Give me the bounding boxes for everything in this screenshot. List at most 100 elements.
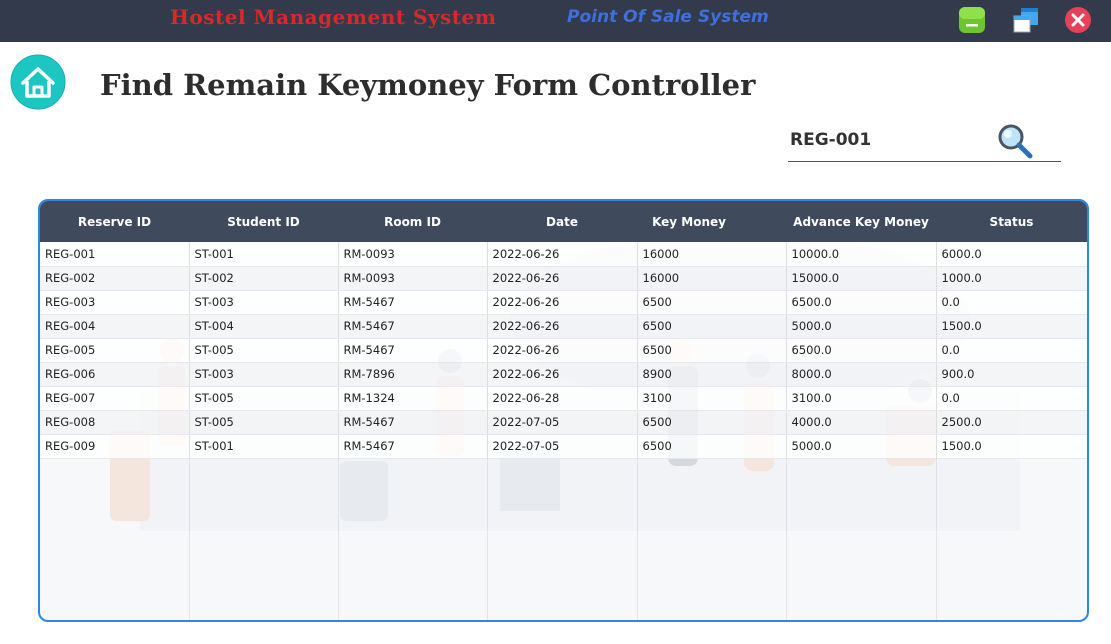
cell-reserve-id[interactable]: REG-006 <box>40 362 190 387</box>
table-body: REG-001 ST-001 RM-0093 2022-06-26 16000 10000… <box>40 242 1087 459</box>
cell-key-money[interactable]: 3100 <box>637 386 787 411</box>
search-input[interactable] <box>790 126 990 154</box>
cell-reserve-id[interactable]: REG-004 <box>40 314 190 339</box>
cell-room-id[interactable]: RM-5467 <box>338 314 488 339</box>
cell-room-id[interactable]: RM-7896 <box>338 362 488 387</box>
cell-key-money[interactable]: 16000 <box>637 242 787 267</box>
cell-status[interactable]: 0.0 <box>936 386 1087 411</box>
cell-room-id[interactable]: RM-5467 <box>338 410 488 435</box>
cell-key-money[interactable]: 8900 <box>637 362 787 387</box>
cell-reserve-id[interactable]: REG-002 <box>40 266 190 291</box>
table-row[interactable]: REG-001 ST-001 RM-0093 2022-06-26 16000 10000… <box>40 242 1087 267</box>
cell-status[interactable]: 0.0 <box>936 338 1087 363</box>
cell-advance-key-money[interactable]: 8000.0 <box>786 362 937 387</box>
cell-advance-key-money[interactable]: 6500.0 <box>786 338 937 363</box>
cell-date[interactable]: 2022-07-05 <box>487 410 638 435</box>
column-header-reserve-id[interactable]: Reserve ID <box>40 201 189 242</box>
cell-student-id[interactable]: ST-005 <box>189 410 339 435</box>
close-button[interactable] <box>1064 6 1092 34</box>
cell-room-id[interactable]: RM-1324 <box>338 386 488 411</box>
cell-student-id[interactable]: ST-002 <box>189 266 339 291</box>
column-divider <box>786 458 787 620</box>
cell-advance-key-money[interactable]: 3100.0 <box>786 386 937 411</box>
home-button[interactable] <box>10 54 66 110</box>
cell-status[interactable]: 1500.0 <box>936 434 1087 459</box>
cell-advance-key-money[interactable]: 6500.0 <box>786 290 937 315</box>
minimize-icon <box>959 7 985 33</box>
cell-date[interactable]: 2022-06-26 <box>487 338 638 363</box>
column-header-key-money[interactable]: Key Money <box>637 201 786 242</box>
cell-key-money[interactable]: 6500 <box>637 410 787 435</box>
table-row[interactable]: REG-007 ST-005 RM-1324 2022-06-28 3100 3100.0… <box>40 386 1087 411</box>
cell-reserve-id[interactable]: REG-009 <box>40 434 190 459</box>
table-row[interactable]: REG-009 ST-001 RM-5467 2022-07-05 6500 5000.0… <box>40 434 1087 459</box>
cell-status[interactable]: 1500.0 <box>936 314 1087 339</box>
cell-status[interactable]: 2500.0 <box>936 410 1087 435</box>
table-row[interactable]: REG-006 ST-003 RM-7896 2022-06-26 8900 8000.0… <box>40 362 1087 387</box>
cell-room-id[interactable]: RM-0093 <box>338 242 488 267</box>
title-bar: Hostel Management System Point Of Sale S… <box>0 0 1111 42</box>
search-icon <box>998 124 1033 159</box>
cell-student-id[interactable]: ST-003 <box>189 290 339 315</box>
cell-date[interactable]: 2022-06-28 <box>487 386 638 411</box>
column-divider <box>637 458 638 620</box>
cell-reserve-id[interactable]: REG-007 <box>40 386 190 411</box>
cell-key-money[interactable]: 6500 <box>637 290 787 315</box>
cell-advance-key-money[interactable]: 4000.0 <box>786 410 937 435</box>
table-row[interactable]: REG-008 ST-005 RM-5467 2022-07-05 6500 4000.0… <box>40 410 1087 435</box>
column-header-room-id[interactable]: Room ID <box>338 201 487 242</box>
cell-date[interactable]: 2022-06-26 <box>487 266 638 291</box>
cell-reserve-id[interactable]: REG-008 <box>40 410 190 435</box>
cell-status[interactable]: 6000.0 <box>936 242 1087 267</box>
cell-student-id[interactable]: ST-005 <box>189 386 339 411</box>
cell-room-id[interactable]: RM-0093 <box>338 266 488 291</box>
cell-date[interactable]: 2022-06-26 <box>487 242 638 267</box>
page-title: Find Remain Keymoney Form Controller <box>100 68 756 102</box>
cell-key-money[interactable]: 6500 <box>637 434 787 459</box>
cell-key-money[interactable]: 6500 <box>637 338 787 363</box>
cell-reserve-id[interactable]: REG-003 <box>40 290 190 315</box>
cell-student-id[interactable]: ST-005 <box>189 338 339 363</box>
column-header-advance-key-money[interactable]: Advance Key Money <box>786 201 936 242</box>
reservation-table: Reserve ID Student ID Room ID Date Key M… <box>40 201 1087 459</box>
cell-student-id[interactable]: ST-004 <box>189 314 339 339</box>
column-header-date[interactable]: Date <box>487 201 637 242</box>
cell-date[interactable]: 2022-06-26 <box>487 314 638 339</box>
search-box <box>788 120 1061 162</box>
cell-status[interactable]: 1000.0 <box>936 266 1087 291</box>
cell-room-id[interactable]: RM-5467 <box>338 338 488 363</box>
cell-advance-key-money[interactable]: 5000.0 <box>786 434 937 459</box>
cell-advance-key-money[interactable]: 5000.0 <box>786 314 937 339</box>
cell-advance-key-money[interactable]: 10000.0 <box>786 242 937 267</box>
column-header-status[interactable]: Status <box>936 201 1087 242</box>
maximize-button[interactable] <box>1012 6 1040 34</box>
cell-key-money[interactable]: 6500 <box>637 314 787 339</box>
search-button[interactable] <box>996 122 1034 160</box>
close-icon <box>1065 7 1091 33</box>
cell-student-id[interactable]: ST-001 <box>189 434 339 459</box>
cell-advance-key-money[interactable]: 15000.0 <box>786 266 937 291</box>
table-row[interactable]: REG-002 ST-002 RM-0093 2022-06-26 16000 15000… <box>40 266 1087 291</box>
cell-student-id[interactable]: ST-003 <box>189 362 339 387</box>
cell-date[interactable]: 2022-07-05 <box>487 434 638 459</box>
column-header-student-id[interactable]: Student ID <box>189 201 338 242</box>
cell-status[interactable]: 0.0 <box>936 290 1087 315</box>
cell-status[interactable]: 900.0 <box>936 362 1087 387</box>
cell-room-id[interactable]: RM-5467 <box>338 290 488 315</box>
cell-key-money[interactable]: 16000 <box>637 266 787 291</box>
table-row[interactable]: REG-005 ST-005 RM-5467 2022-06-26 6500 6500.0… <box>40 338 1087 363</box>
cell-room-id[interactable]: RM-5467 <box>338 434 488 459</box>
cell-student-id[interactable]: ST-001 <box>189 242 339 267</box>
minimize-button[interactable] <box>958 6 986 34</box>
column-divider <box>189 458 190 620</box>
home-icon <box>10 54 66 110</box>
maximize-icon <box>1013 8 1038 33</box>
app-window: Hostel Management System Point Of Sale S… <box>0 0 1111 644</box>
table-row[interactable]: REG-003 ST-003 RM-5467 2022-06-26 6500 6500.0… <box>40 290 1087 315</box>
cell-date[interactable]: 2022-06-26 <box>487 290 638 315</box>
cell-reserve-id[interactable]: REG-005 <box>40 338 190 363</box>
app-title: Hostel Management System <box>170 5 497 29</box>
cell-date[interactable]: 2022-06-26 <box>487 362 638 387</box>
table-row[interactable]: REG-004 ST-004 RM-5467 2022-06-26 6500 5000.0… <box>40 314 1087 339</box>
cell-reserve-id[interactable]: REG-001 <box>40 242 190 267</box>
